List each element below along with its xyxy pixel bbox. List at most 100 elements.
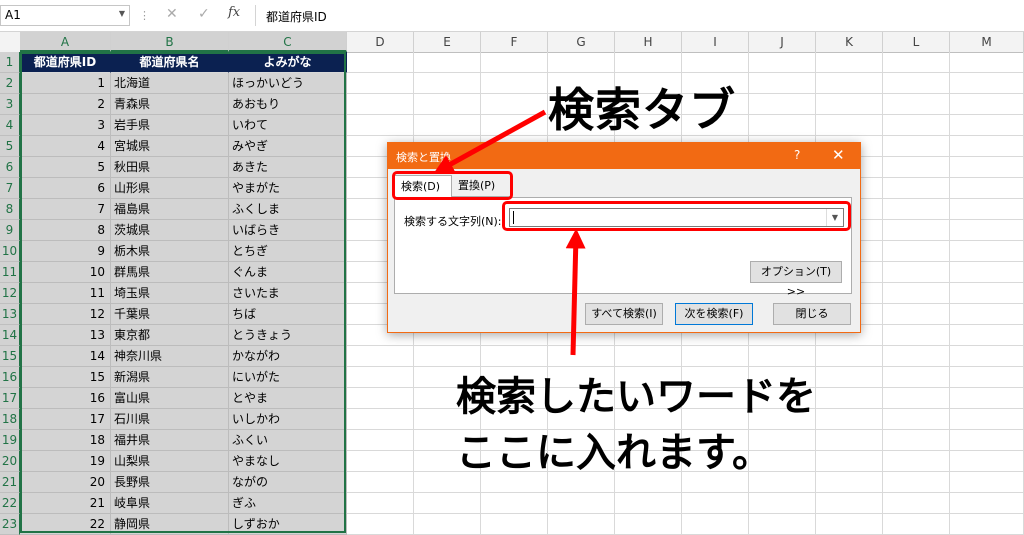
empty-cell[interactable] <box>950 157 1024 178</box>
column-header-e[interactable]: E <box>414 32 481 52</box>
empty-cell[interactable] <box>950 472 1024 493</box>
table-cell[interactable]: 千葉県 <box>111 304 229 325</box>
empty-cell[interactable] <box>749 73 816 94</box>
table-cell[interactable]: 秋田県 <box>111 157 229 178</box>
row-header[interactable]: 10 <box>0 241 20 262</box>
column-header-g[interactable]: G <box>548 32 615 52</box>
empty-cell[interactable] <box>883 283 950 304</box>
row-header[interactable]: 15 <box>0 346 20 367</box>
table-cell[interactable]: 栃木県 <box>111 241 229 262</box>
help-icon[interactable]: ? <box>794 148 800 162</box>
table-cell[interactable]: あきた <box>229 157 347 178</box>
row-header[interactable]: 11 <box>0 262 20 283</box>
table-cell[interactable]: 新潟県 <box>111 367 229 388</box>
empty-cell[interactable] <box>950 325 1024 346</box>
row-header[interactable]: 8 <box>0 199 20 220</box>
empty-cell[interactable] <box>347 451 414 472</box>
table-cell[interactable]: やまなし <box>229 451 347 472</box>
empty-cell[interactable] <box>347 388 414 409</box>
empty-cell[interactable] <box>883 52 950 73</box>
table-cell[interactable]: かながわ <box>229 346 347 367</box>
empty-cell[interactable] <box>347 367 414 388</box>
empty-cell[interactable] <box>749 493 816 514</box>
empty-cell[interactable] <box>749 514 816 535</box>
table-cell[interactable]: 茨城県 <box>111 220 229 241</box>
table-cell[interactable]: 10 <box>20 262 111 283</box>
empty-cell[interactable] <box>615 493 682 514</box>
row-header[interactable]: 1 <box>0 52 20 73</box>
name-box[interactable]: A1 ▼ <box>0 5 130 26</box>
table-cell[interactable]: 13 <box>20 325 111 346</box>
empty-cell[interactable] <box>950 94 1024 115</box>
table-cell[interactable]: 岐阜県 <box>111 493 229 514</box>
table-cell[interactable]: ぎふ <box>229 493 347 514</box>
empty-cell[interactable] <box>950 388 1024 409</box>
empty-cell[interactable] <box>481 514 548 535</box>
empty-cell[interactable] <box>883 199 950 220</box>
empty-cell[interactable] <box>481 52 548 73</box>
empty-cell[interactable] <box>816 514 883 535</box>
table-cell[interactable]: 埼玉県 <box>111 283 229 304</box>
table-cell[interactable]: 16 <box>20 388 111 409</box>
empty-cell[interactable] <box>481 493 548 514</box>
table-cell[interactable]: 18 <box>20 430 111 451</box>
empty-cell[interactable] <box>816 451 883 472</box>
table-cell[interactable]: 富山県 <box>111 388 229 409</box>
empty-cell[interactable] <box>347 514 414 535</box>
table-cell[interactable]: あおもり <box>229 94 347 115</box>
row-header[interactable]: 14 <box>0 325 20 346</box>
table-cell[interactable]: 17 <box>20 409 111 430</box>
table-cell[interactable]: 8 <box>20 220 111 241</box>
table-cell[interactable]: 石川県 <box>111 409 229 430</box>
find-all-button[interactable]: すべて検索(I) <box>585 303 663 325</box>
empty-cell[interactable] <box>481 73 548 94</box>
table-cell[interactable]: 11 <box>20 283 111 304</box>
empty-cell[interactable] <box>816 409 883 430</box>
row-header[interactable]: 19 <box>0 430 20 451</box>
table-cell[interactable]: やまがた <box>229 178 347 199</box>
empty-cell[interactable] <box>950 451 1024 472</box>
column-header-l[interactable]: L <box>883 32 950 52</box>
empty-cell[interactable] <box>950 304 1024 325</box>
row-header[interactable]: 4 <box>0 115 20 136</box>
close-icon[interactable]: ✕ <box>832 146 845 164</box>
table-cell[interactable]: ぐんま <box>229 262 347 283</box>
empty-cell[interactable] <box>950 241 1024 262</box>
table-cell[interactable]: 長野県 <box>111 472 229 493</box>
column-header-m[interactable]: M <box>950 32 1024 52</box>
empty-cell[interactable] <box>347 52 414 73</box>
table-cell[interactable]: 群馬県 <box>111 262 229 283</box>
table-cell[interactable]: ふくしま <box>229 199 347 220</box>
column-header-f[interactable]: F <box>481 32 548 52</box>
row-header[interactable]: 7 <box>0 178 20 199</box>
row-header[interactable]: 3 <box>0 94 20 115</box>
table-cell[interactable]: 山形県 <box>111 178 229 199</box>
empty-cell[interactable] <box>682 52 749 73</box>
table-cell[interactable]: 20 <box>20 472 111 493</box>
empty-cell[interactable] <box>816 430 883 451</box>
table-cell[interactable]: 福井県 <box>111 430 229 451</box>
empty-cell[interactable] <box>883 157 950 178</box>
empty-cell[interactable] <box>883 178 950 199</box>
empty-cell[interactable] <box>682 514 749 535</box>
empty-cell[interactable] <box>883 472 950 493</box>
empty-cell[interactable] <box>883 409 950 430</box>
formula-input[interactable]: 都道府県ID <box>255 5 1024 26</box>
table-cell[interactable]: 6 <box>20 178 111 199</box>
empty-cell[interactable] <box>883 493 950 514</box>
empty-cell[interactable] <box>883 451 950 472</box>
empty-cell[interactable] <box>347 346 414 367</box>
column-header-h[interactable]: H <box>615 32 682 52</box>
empty-cell[interactable] <box>950 493 1024 514</box>
table-cell[interactable]: さいたま <box>229 283 347 304</box>
row-header[interactable]: 22 <box>0 493 20 514</box>
empty-cell[interactable] <box>950 409 1024 430</box>
empty-cell[interactable] <box>883 262 950 283</box>
table-cell[interactable]: 21 <box>20 493 111 514</box>
empty-cell[interactable] <box>347 493 414 514</box>
empty-cell[interactable] <box>816 388 883 409</box>
empty-cell[interactable] <box>883 367 950 388</box>
empty-cell[interactable] <box>950 136 1024 157</box>
empty-cell[interactable] <box>816 115 883 136</box>
empty-cell[interactable] <box>816 346 883 367</box>
